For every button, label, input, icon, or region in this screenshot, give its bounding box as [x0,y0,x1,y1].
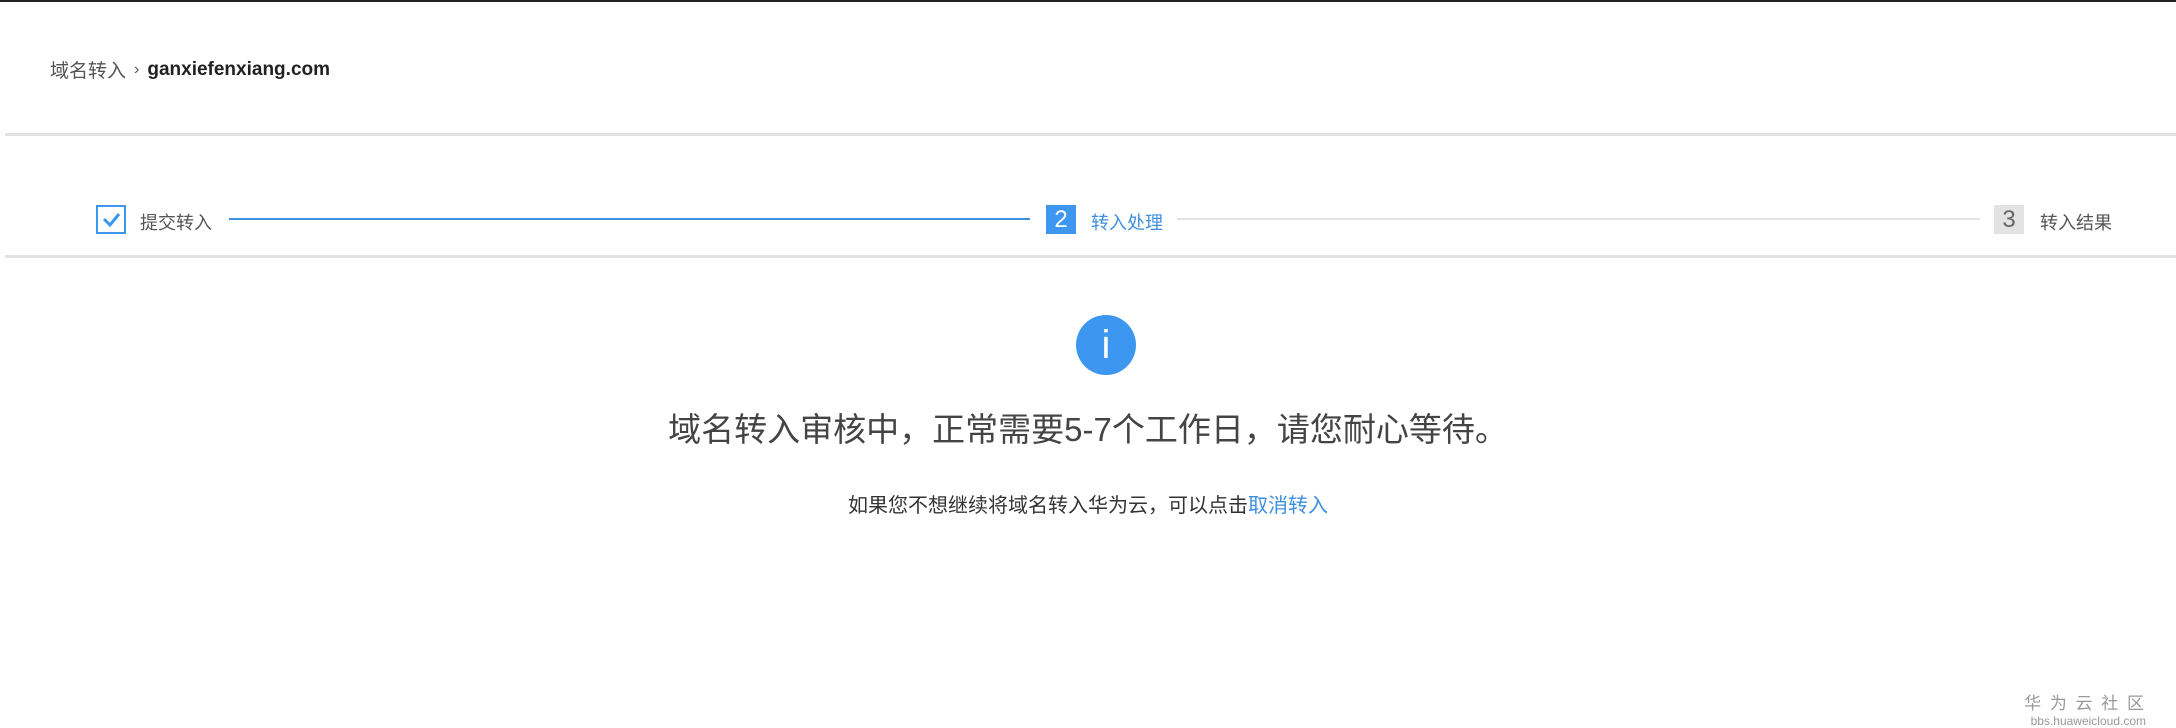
status-hint: 如果您不想继续将域名转入华为云，可以点击取消转入 [0,489,2176,518]
steps-divider [5,255,2176,258]
breadcrumb: 域名转入 › ganxiefenxiang.com [50,56,330,83]
breadcrumb-parent[interactable]: 域名转入 [50,56,126,83]
watermark-title: 华 为 云 社 区 [2024,694,2146,713]
step-1-check-icon [96,205,126,234]
breadcrumb-current: ganxiefenxiang.com [147,58,331,80]
status-headline: 域名转入审核中，正常需要5-7个工作日，请您耐心等待。 [668,411,1508,448]
step-3-label: 转入结果 [2040,213,2112,233]
step-1-label: 提交转入 [140,213,212,233]
header-divider [5,133,2176,136]
watermark-url: bbs.huaweicloud.com [2030,714,2146,728]
watermark: 华 为 云 社 区 bbs.huaweicloud.com [2024,689,2146,728]
step-2-number: 2 [1046,205,1076,234]
cancel-transfer-link[interactable]: 取消转入 [1248,495,1328,517]
step-3-number: 3 [1994,205,2024,234]
step-connector-done [229,218,1030,220]
step-connector-pending [1177,218,1980,220]
step-2-label: 转入处理 [1091,213,1163,233]
hint-text: 如果您不想继续将域名转入华为云，可以点击 [848,495,1248,517]
chevron-right-icon: › [134,60,140,78]
info-icon: i [1076,315,1136,375]
